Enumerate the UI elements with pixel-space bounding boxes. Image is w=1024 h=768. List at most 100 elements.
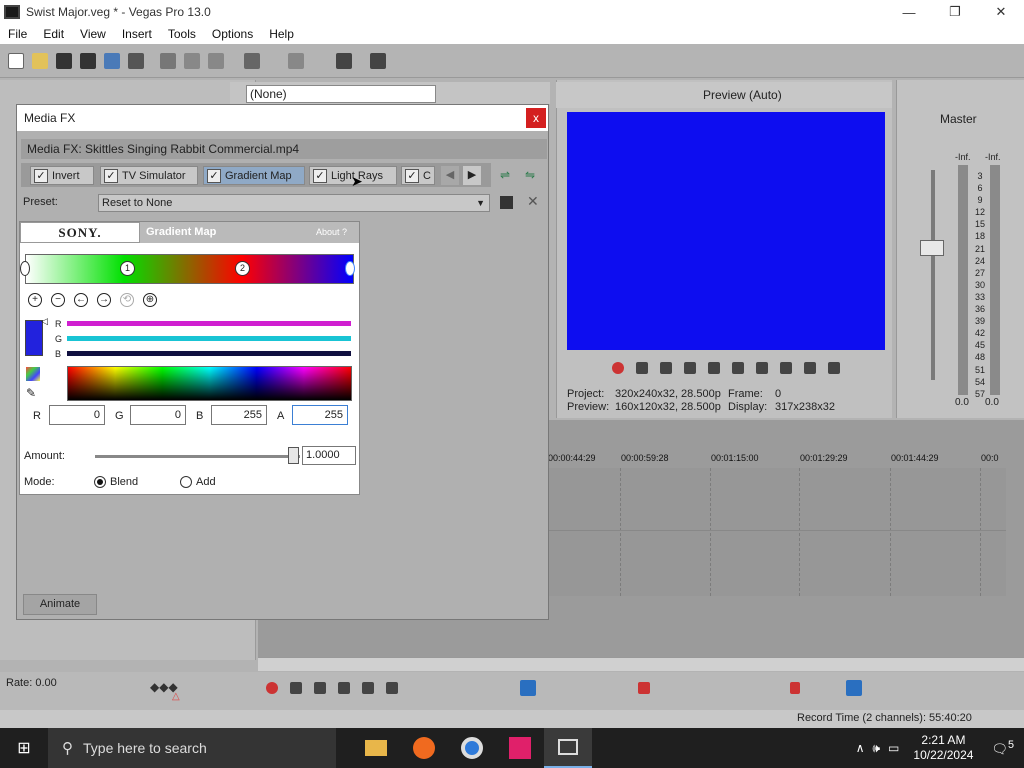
check-icon[interactable]: ✓ — [104, 168, 118, 183]
r-input[interactable]: 0 — [49, 405, 105, 425]
master-fader[interactable] — [920, 240, 944, 256]
undo-icon[interactable] — [244, 53, 260, 69]
pause-icon[interactable] — [708, 362, 720, 374]
amount-slider-thumb[interactable] — [288, 447, 299, 464]
taskbar-search[interactable]: ⚲ Type here to search — [48, 728, 336, 768]
copy-icon[interactable] — [184, 53, 200, 69]
gradient-stop[interactable]: 1 — [120, 261, 135, 276]
b-channel-slider[interactable] — [67, 351, 351, 356]
remove-stop-icon[interactable]: − — [51, 293, 65, 307]
redo-icon[interactable] — [288, 53, 304, 69]
check-icon[interactable]: ✓ — [313, 168, 327, 183]
menu-options[interactable]: Options — [204, 27, 261, 41]
save-preset-icon[interactable] — [500, 196, 513, 209]
animate-button[interactable]: Animate — [23, 594, 97, 615]
render-icon[interactable] — [104, 53, 120, 69]
stop-icon[interactable] — [732, 362, 744, 374]
timeline-tracks[interactable] — [548, 468, 1006, 596]
menu-help[interactable]: Help — [261, 27, 302, 41]
plugin-chain-icon[interactable]: ⇌ — [500, 168, 510, 182]
remove-plugin-icon[interactable]: ⇋ — [525, 168, 535, 182]
about-button[interactable]: About ? — [316, 227, 347, 237]
check-icon[interactable]: ✓ — [405, 168, 419, 183]
g-input[interactable]: 0 — [130, 405, 186, 425]
chain-scroll-right-icon[interactable]: ▶ — [463, 166, 481, 185]
open-folder-icon[interactable] — [32, 53, 48, 69]
amount-input[interactable]: 1.0000 — [302, 446, 356, 465]
loop-icon[interactable] — [636, 362, 648, 374]
mode-blend-radio[interactable] — [94, 476, 106, 488]
save-icon[interactable] — [56, 53, 72, 69]
go-to-start-icon[interactable] — [756, 362, 768, 374]
cut-icon[interactable] — [160, 53, 176, 69]
distribute-icon[interactable]: ⊕ — [143, 293, 157, 307]
loop-icon[interactable] — [290, 682, 302, 694]
menu-file[interactable]: File — [0, 27, 35, 41]
downloader-icon[interactable] — [496, 728, 544, 768]
save-as-icon[interactable] — [80, 53, 96, 69]
paste-icon[interactable] — [208, 53, 224, 69]
preview-quality-dropdown[interactable]: Preview (Auto) — [703, 88, 782, 102]
check-icon[interactable]: ✓ — [207, 168, 221, 183]
minimize-button[interactable]: — — [886, 0, 932, 24]
gradient-bar[interactable] — [25, 254, 354, 284]
plugin-tab-next[interactable]: ✓ C — [401, 166, 435, 185]
move-right-icon[interactable]: → — [97, 293, 111, 307]
properties-icon[interactable] — [128, 53, 144, 69]
volume-icon[interactable]: 🕪 — [872, 741, 880, 756]
chain-scroll-left-icon[interactable]: ◀ — [441, 166, 459, 185]
next-frame-icon[interactable] — [828, 362, 840, 374]
r-channel-slider[interactable] — [67, 321, 351, 326]
marker-icon[interactable] — [790, 682, 800, 694]
g-channel-slider[interactable] — [67, 336, 351, 341]
play-icon[interactable] — [684, 362, 696, 374]
new-file-icon[interactable] — [8, 53, 24, 69]
dialog-close-button[interactable]: x — [526, 108, 546, 128]
play-icon[interactable] — [338, 682, 350, 694]
notifications-icon[interactable]: 🗨5 — [991, 739, 1014, 757]
check-icon[interactable]: ✓ — [34, 168, 48, 183]
amount-slider[interactable] — [95, 455, 300, 458]
prev-frame-icon[interactable] — [804, 362, 816, 374]
gradient-stop[interactable]: 2 — [235, 261, 250, 276]
timeline-scrollbar[interactable] — [258, 657, 1024, 671]
close-button[interactable]: ✕ — [978, 0, 1024, 24]
play-from-start-icon[interactable] — [660, 362, 672, 374]
snap-icon[interactable] — [846, 680, 862, 696]
plugin-tab-invert[interactable]: ✓ Invert — [30, 166, 94, 185]
a-input[interactable]: 255 — [292, 405, 348, 425]
menu-edit[interactable]: Edit — [35, 27, 72, 41]
maximize-button[interactable]: ❐ — [932, 0, 978, 24]
go-to-end-icon[interactable] — [780, 362, 792, 374]
color-spectrum[interactable] — [67, 366, 352, 401]
network-icon[interactable]: ▭ — [888, 741, 899, 755]
firefox-icon[interactable] — [400, 728, 448, 768]
record-icon[interactable] — [266, 682, 278, 694]
vegas-taskbar-icon[interactable] — [544, 728, 592, 768]
normal-edit-tool-icon[interactable] — [520, 680, 536, 696]
menu-view[interactable]: View — [72, 27, 114, 41]
delete-preset-icon[interactable]: ✕ — [527, 193, 539, 210]
add-stop-icon[interactable]: + — [28, 293, 42, 307]
clock[interactable]: 2:21 AM 10/22/2024 — [913, 733, 973, 763]
file-explorer-icon[interactable] — [352, 728, 400, 768]
stop-icon[interactable] — [386, 682, 398, 694]
pause-icon[interactable] — [362, 682, 374, 694]
play-from-start-icon[interactable] — [314, 682, 326, 694]
mode-add-radio[interactable] — [180, 476, 192, 488]
whats-this-icon[interactable] — [370, 53, 386, 69]
gradient-stop-end[interactable] — [345, 261, 355, 276]
record-icon[interactable] — [612, 362, 624, 374]
plugin-tab-tv-simulator[interactable]: ✓ TV Simulator — [100, 166, 198, 185]
preset-dropdown[interactable]: Reset to None ▼ — [98, 194, 490, 212]
color-palette-icon[interactable] — [26, 367, 40, 381]
menu-tools[interactable]: Tools — [160, 27, 204, 41]
menu-insert[interactable]: Insert — [114, 27, 160, 41]
delete-icon[interactable] — [638, 682, 650, 694]
move-left-icon[interactable]: ← — [74, 293, 88, 307]
reverse-icon[interactable]: ⟲ — [120, 293, 134, 307]
tray-chevron-icon[interactable]: ∧ — [856, 741, 865, 755]
chrome-icon[interactable] — [448, 728, 496, 768]
plugin-tab-gradient-map[interactable]: ✓ Gradient Map — [203, 166, 305, 185]
eyedropper-icon[interactable]: ✎ — [26, 386, 40, 400]
